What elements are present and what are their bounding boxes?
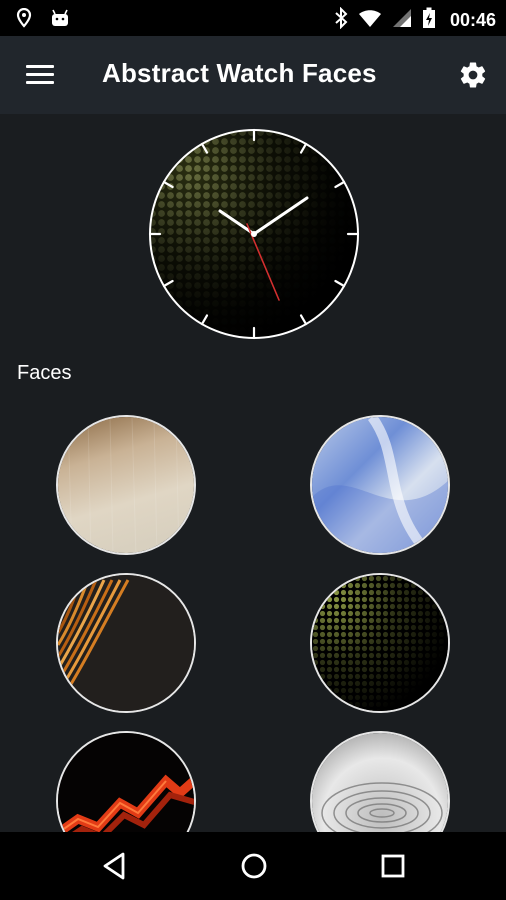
- face-beige-texture[interactable]: [56, 415, 196, 555]
- app-title: Abstract Watch Faces: [102, 58, 377, 88]
- face-orange-waves[interactable]: [56, 573, 196, 713]
- wifi-icon: [358, 8, 382, 33]
- home-icon: [241, 853, 267, 879]
- face-green-dots[interactable]: [310, 573, 450, 713]
- settings-button[interactable]: [458, 60, 488, 90]
- navigation-bar: [0, 832, 506, 900]
- watch-preview[interactable]: [148, 128, 360, 340]
- back-icon: [103, 852, 125, 880]
- gear-icon: [460, 62, 486, 88]
- battery-icon: [422, 7, 436, 34]
- menu-icon: [22, 65, 58, 84]
- bluetooth-icon: [334, 6, 348, 34]
- android-icon: [50, 8, 70, 33]
- status-bar: 00:46: [0, 0, 506, 36]
- back-button[interactable]: [95, 848, 135, 884]
- location-icon: [16, 7, 32, 33]
- app-bar: Abstract Watch Faces: [0, 36, 506, 114]
- watch-face-preview: [148, 128, 360, 340]
- status-time: 00:46: [449, 10, 496, 30]
- signal-icon: [392, 8, 412, 33]
- menu-button[interactable]: [22, 61, 58, 89]
- recents-icon: [381, 854, 405, 878]
- home-button[interactable]: [234, 848, 274, 884]
- faces-section-label: Faces: [17, 362, 72, 384]
- face-blue-silk[interactable]: [310, 415, 450, 555]
- recents-button[interactable]: [373, 848, 413, 884]
